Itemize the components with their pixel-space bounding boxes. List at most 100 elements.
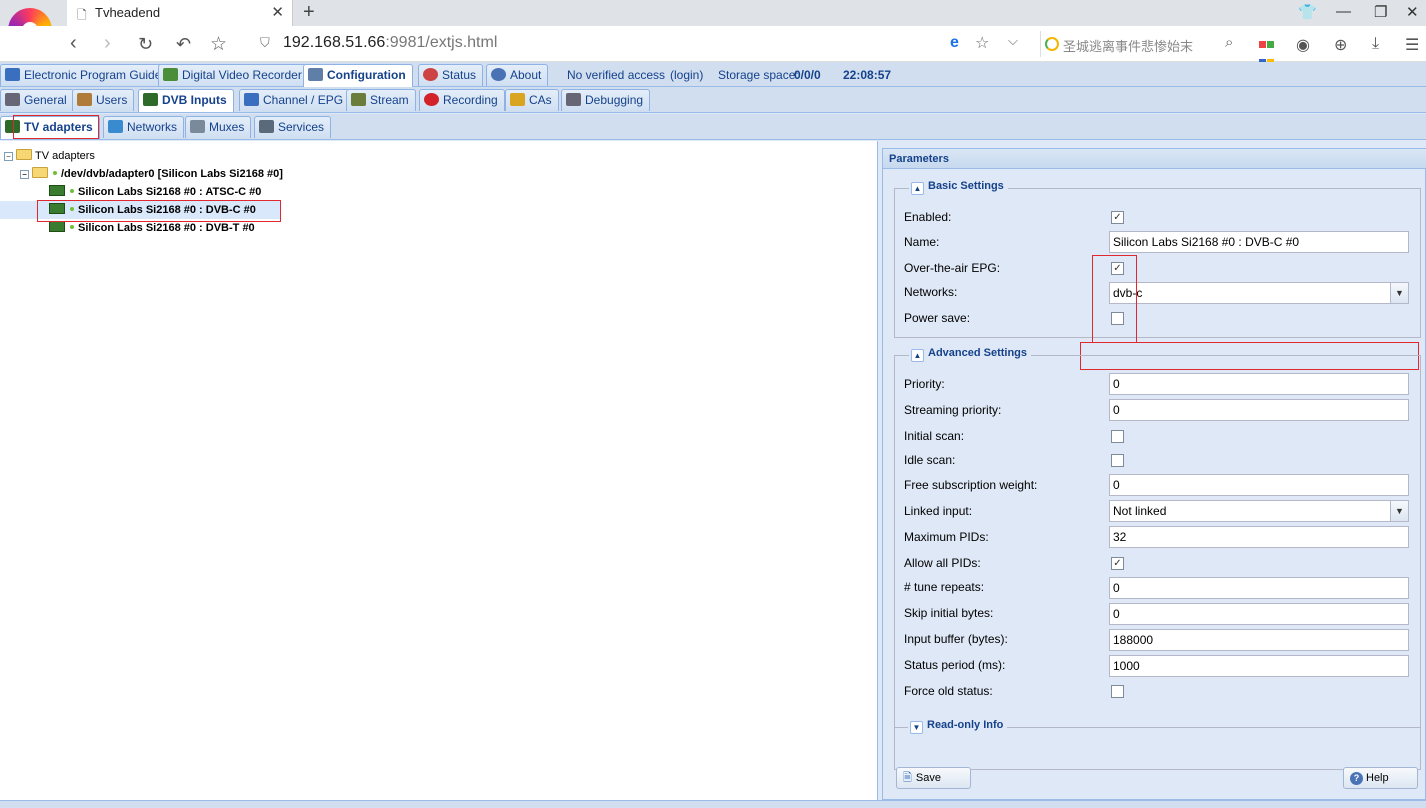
tab-label: General bbox=[24, 93, 67, 107]
shirt-icon[interactable]: 👕 bbox=[1298, 3, 1317, 21]
url-text[interactable]: 192.168.51.66:9981/extjs.html bbox=[283, 34, 497, 52]
epg-label: Over-the-air EPG: bbox=[904, 261, 1001, 275]
tv-card-icon bbox=[49, 185, 65, 196]
status-period-input[interactable]: 1000 bbox=[1109, 655, 1409, 677]
status-dot-icon bbox=[70, 207, 74, 211]
epg-checkbox[interactable]: ✓ bbox=[1111, 262, 1124, 275]
undo-icon[interactable]: ↶ bbox=[176, 34, 191, 55]
main-tab-bar: Electronic Program Guide Digital Video R… bbox=[0, 62, 1426, 87]
tree-node-frontend[interactable]: Silicon Labs Si2168 #0 : ATSC-C #0 bbox=[49, 183, 261, 201]
tab-muxes[interactable]: Muxes bbox=[185, 116, 252, 138]
streaming-priority-input[interactable]: 0 bbox=[1109, 399, 1409, 421]
login-link[interactable]: (login) bbox=[670, 68, 703, 82]
search-suggestion-text[interactable]: 圣城逃离事件悲惨始末 bbox=[1063, 36, 1193, 55]
basic-settings-legend[interactable]: ▲ Basic Settings bbox=[909, 180, 1008, 195]
allow-all-pids-checkbox[interactable]: ✓ bbox=[1111, 557, 1124, 570]
users-icon bbox=[77, 93, 92, 106]
tab-services[interactable]: Services bbox=[254, 116, 332, 138]
status-dot-icon bbox=[53, 171, 57, 175]
reload-icon[interactable]: ↻ bbox=[138, 34, 153, 55]
tab-tv-adapters[interactable]: TV adapters bbox=[0, 116, 100, 139]
folder-icon bbox=[16, 149, 32, 160]
bookmark-star-icon[interactable]: ☆ bbox=[210, 33, 227, 56]
tab-label: Configuration bbox=[327, 68, 406, 82]
networks-value: dvb-c bbox=[1113, 286, 1143, 300]
expand-down-icon[interactable]: ▼ bbox=[910, 721, 923, 734]
tab-general[interactable]: General bbox=[0, 89, 74, 111]
tree-node-frontend[interactable]: Silicon Labs Si2168 #0 : DVB-T #0 bbox=[49, 219, 255, 237]
tab-about[interactable]: About bbox=[486, 64, 549, 86]
name-input[interactable]: Silicon Labs Si2168 #0 : DVB-C #0 bbox=[1109, 231, 1409, 253]
readonly-info-legend[interactable]: ▼ Read-only Info bbox=[908, 719, 1008, 734]
save-button[interactable]: 🗎 Save bbox=[896, 767, 971, 789]
input-buffer-input[interactable]: 188000 bbox=[1109, 629, 1409, 651]
tab-recording[interactable]: Recording bbox=[419, 89, 505, 111]
legend-label: Advanced Settings bbox=[928, 347, 1028, 359]
powersave-checkbox[interactable] bbox=[1111, 312, 1124, 325]
dropdown-arrow-icon[interactable]: ▼ bbox=[1390, 501, 1408, 521]
networks-select[interactable]: dvb-c ▼ bbox=[1109, 282, 1409, 304]
max-pids-input[interactable]: 32 bbox=[1109, 526, 1409, 548]
tab-label: Status bbox=[442, 68, 477, 82]
globe-icon[interactable]: ◉ bbox=[1296, 35, 1310, 55]
parameters-title: Parameters bbox=[883, 149, 1426, 169]
collapse-up-icon[interactable]: ▲ bbox=[911, 349, 924, 362]
skip-bytes-input[interactable]: 0 bbox=[1109, 603, 1409, 625]
download-icon[interactable]: ⤓ bbox=[1372, 35, 1379, 53]
minimize-icon[interactable]: — bbox=[1336, 3, 1351, 20]
tab-dvr[interactable]: Digital Video Recorder bbox=[158, 64, 309, 86]
new-tab-button[interactable]: + bbox=[303, 1, 315, 24]
networks-label: Networks: bbox=[904, 285, 958, 299]
favorite-star-icon[interactable]: ☆ bbox=[975, 33, 989, 53]
collapse-up-icon[interactable]: ▲ bbox=[911, 182, 924, 195]
tab-configuration[interactable]: Configuration bbox=[303, 64, 413, 87]
menu-icon[interactable]: ☰ bbox=[1405, 35, 1419, 55]
tab-users[interactable]: Users bbox=[72, 89, 135, 111]
search-box[interactable]: 圣城逃离事件悲惨始末 ⌕ bbox=[1040, 31, 1245, 57]
tree-node-adapter[interactable]: − /dev/dvb/adapter0 [Silicon Labs Si2168 … bbox=[20, 165, 283, 183]
forward-icon[interactable]: › bbox=[104, 32, 111, 55]
restore-icon[interactable]: ❐ bbox=[1374, 3, 1387, 21]
tab-stream[interactable]: Stream bbox=[346, 89, 416, 111]
status-period-label: Status period (ms): bbox=[904, 658, 1006, 672]
bottom-bar bbox=[0, 800, 1426, 808]
free-sub-weight-input[interactable]: 0 bbox=[1109, 474, 1409, 496]
priority-input[interactable]: 0 bbox=[1109, 373, 1409, 395]
tree-node-root[interactable]: − TV adapters bbox=[4, 147, 95, 165]
idle-scan-checkbox[interactable] bbox=[1111, 454, 1124, 467]
help-button[interactable]: ? Help bbox=[1343, 767, 1418, 789]
tab-epg[interactable]: Electronic Program Guide bbox=[0, 64, 169, 86]
tree-node-label: Silicon Labs Si2168 #0 : DVB-C #0 bbox=[78, 204, 256, 216]
ie-mode-icon[interactable]: e bbox=[950, 34, 959, 52]
dropdown-arrow-icon[interactable]: ▼ bbox=[1390, 283, 1408, 303]
close-tab-icon[interactable]: ✕ bbox=[271, 3, 284, 21]
close-window-icon[interactable]: ✕ bbox=[1406, 3, 1419, 21]
tab-channel-epg[interactable]: Channel / EPG bbox=[239, 89, 351, 111]
tab-status[interactable]: Status bbox=[418, 64, 484, 86]
chevron-down-icon[interactable]: ⌵ bbox=[1008, 33, 1018, 49]
tab-label: Muxes bbox=[209, 120, 245, 134]
collapse-icon[interactable]: − bbox=[4, 152, 13, 161]
shield-alert-icon[interactable]: ⊕ bbox=[1334, 35, 1347, 55]
tab-dvb-inputs[interactable]: DVB Inputs bbox=[138, 89, 234, 112]
address-bar[interactable]: ⛉ 192.168.51.66:9981/extjs.html e ☆ ⌵ bbox=[255, 31, 1025, 57]
tab-label: Electronic Program Guide bbox=[24, 68, 162, 82]
search-engine-icon bbox=[1045, 37, 1059, 51]
tab-networks[interactable]: Networks bbox=[103, 116, 185, 138]
search-icon[interactable]: ⌕ bbox=[1225, 34, 1233, 51]
initial-scan-checkbox[interactable] bbox=[1111, 430, 1124, 443]
back-icon[interactable]: ‹ bbox=[70, 32, 77, 55]
advanced-settings-legend[interactable]: ▲ Advanced Settings bbox=[909, 347, 1032, 362]
storage-label: Storage space: bbox=[718, 68, 799, 82]
tune-repeats-input[interactable]: 0 bbox=[1109, 577, 1409, 599]
collapse-icon[interactable]: − bbox=[20, 170, 29, 179]
tree-node-frontend-selected[interactable]: Silicon Labs Si2168 #0 : DVB-C #0 bbox=[0, 201, 280, 219]
enabled-checkbox[interactable]: ✓ bbox=[1111, 211, 1124, 224]
tab-debugging[interactable]: Debugging bbox=[561, 89, 651, 111]
force-old-status-checkbox[interactable] bbox=[1111, 685, 1124, 698]
adapter-tree: − TV adapters −/dev/dvb/adapter0 [Silicon… bbox=[0, 141, 878, 808]
stream-icon bbox=[351, 93, 366, 106]
linked-input-select[interactable]: Not linked ▼ bbox=[1109, 500, 1409, 522]
browser-tab[interactable]: 🗋 Tvheadend ✕ bbox=[67, 0, 293, 26]
tab-cas[interactable]: CAs bbox=[505, 89, 559, 111]
